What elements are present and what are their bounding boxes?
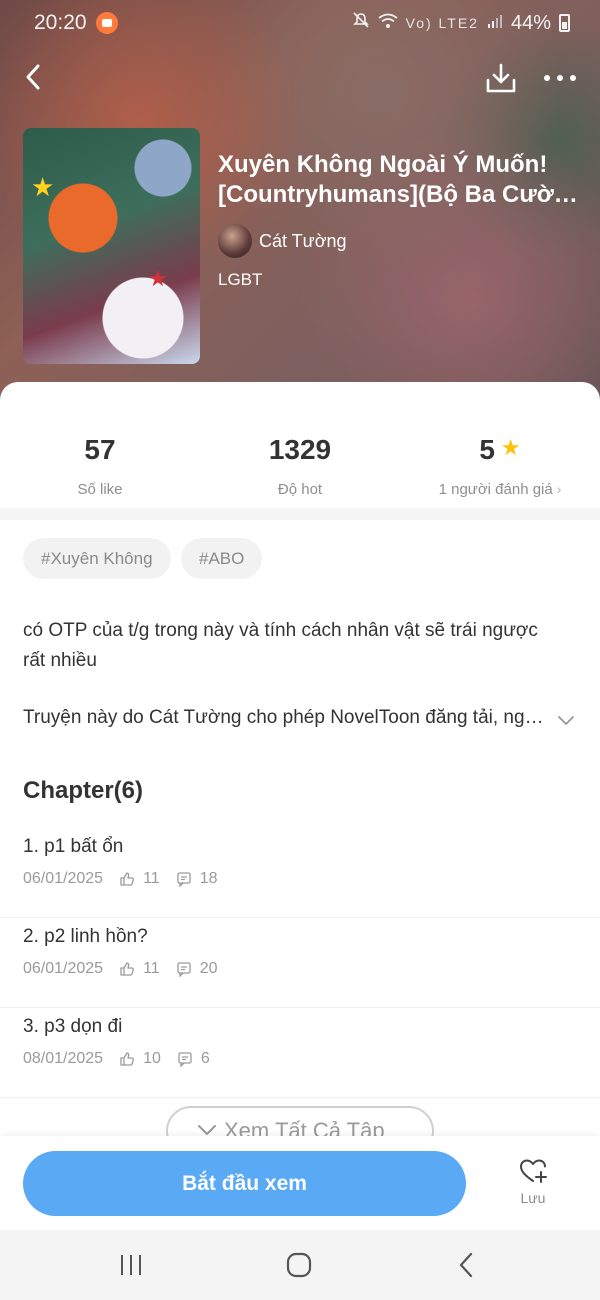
book-cover-image: ★ ★ (23, 128, 200, 364)
back-arrow-icon (459, 1252, 473, 1278)
chapter-title: 3. p3 dọn đi (23, 1016, 123, 1037)
more-dots-icon (544, 75, 576, 81)
genre-label: LGBT (218, 270, 263, 289)
chapter-comments: 20 (199, 960, 218, 977)
chevron-right-icon: › (556, 481, 562, 497)
download-icon (486, 63, 516, 93)
wifi-icon (378, 12, 398, 35)
hot-label: Độ hot (277, 481, 323, 498)
status-bar: 20:20 Vo) LTE2 44% (0, 0, 600, 48)
thumbs-up-icon (120, 962, 135, 976)
star-icon: ★ (500, 435, 521, 460)
chapter-likes: 10 (143, 1050, 161, 1067)
system-back-button[interactable] (452, 1250, 482, 1280)
chapter-meta: 08/01/2025 10 6 (23, 1050, 210, 1068)
rating-stat[interactable]: 5 ★ 1 người đánh giá › (400, 434, 600, 498)
thumbs-up-icon (120, 1052, 135, 1066)
home-button[interactable] (284, 1250, 314, 1280)
section-divider (0, 508, 600, 520)
copyright-notice: Truyện này do Cát Tường cho phép NovelTo… (23, 707, 553, 728)
battery-percent: 44% (510, 11, 551, 34)
save-button[interactable]: Lưu (506, 1156, 560, 1216)
chevron-left-icon (26, 64, 40, 90)
cover-red-star-icon: ★ (148, 266, 168, 291)
chapter-title: 2. p2 linh hồn? (23, 926, 148, 947)
chapter-title: 1. p1 bất ổn (23, 836, 124, 857)
chapter-likes: 11 (143, 960, 160, 977)
start-reading-button[interactable]: Bắt đầu xem (23, 1151, 466, 1216)
mute-icon (352, 11, 370, 35)
book-title-line-1: Xuyên Không Ngoài Ý Muốn! (218, 151, 548, 178)
chapter-meta: 06/01/2025 11 20 (23, 960, 217, 978)
likes-stat: 57 Số like (0, 434, 200, 498)
chapter-date: 08/01/2025 (23, 1050, 104, 1067)
home-icon (286, 1252, 312, 1278)
chapter-comments: 18 (199, 870, 218, 887)
recent-apps-icon (121, 1255, 141, 1275)
comment-icon (177, 872, 191, 887)
network-label: Vo) LTE2 (405, 15, 479, 31)
expand-description-button[interactable] (555, 709, 577, 731)
bottom-action-bar: Bắt đầu xem Lưu (0, 1136, 600, 1230)
chapter-date: 06/01/2025 (23, 960, 104, 977)
author-name[interactable]: Cát Tường (259, 231, 347, 252)
more-options-button[interactable] (540, 62, 580, 96)
hot-stat: 1329 Độ hot (200, 434, 400, 498)
chapter-likes: 11 (143, 870, 160, 887)
rating-label: 1 người đánh giá › (400, 481, 600, 498)
status-indicators: Vo) LTE2 44% (352, 11, 570, 35)
comment-icon (177, 962, 191, 977)
hot-count: 1329 (268, 434, 332, 465)
book-description: có OTP của t/g trong này và tính cách nh… (23, 620, 538, 671)
rating-value: 5 (479, 434, 495, 465)
status-time: 20:20 (34, 11, 87, 34)
chapter-meta: 06/01/2025 11 18 (23, 870, 217, 888)
chapter-comments: 6 (200, 1050, 210, 1067)
back-button[interactable] (18, 60, 52, 94)
chapter-date: 06/01/2025 (23, 870, 104, 887)
book-title: Xuyên Không Ngoài Ý Muốn! [Countryhumans… (218, 150, 578, 210)
likes-count: 57 (84, 434, 116, 465)
likes-label: Số like (77, 481, 123, 498)
chapter-item[interactable]: 3. p3 dọn đi 08/01/2025 10 6 (0, 1008, 600, 1098)
cover-star-icon: ★ (31, 172, 55, 202)
battery-icon (559, 14, 570, 32)
chapter-item[interactable]: 1. p1 bất ổn 06/01/2025 11 18 (0, 828, 600, 918)
system-nav-bar (0, 1230, 600, 1300)
save-label: Lưu (520, 1190, 546, 1206)
chevron-down-icon (558, 716, 574, 725)
thumbs-up-icon (120, 872, 135, 886)
chapter-heading: Chapter(6) (23, 777, 144, 804)
rating-count-label: 1 người đánh giá (438, 481, 553, 498)
author-avatar[interactable] (218, 224, 252, 258)
signal-icon (487, 12, 503, 35)
tag-xuyen-khong[interactable]: #Xuyên Không (23, 538, 171, 579)
tag-abo[interactable]: #ABO (181, 538, 263, 579)
download-button[interactable] (484, 62, 518, 96)
screen-record-icon (96, 12, 118, 34)
book-title-line-2: [Countryhumans](Bộ Ba Cường Quốc) (218, 181, 578, 208)
recent-apps-button[interactable] (116, 1250, 146, 1280)
heart-plus-icon (520, 1159, 547, 1183)
comment-icon (178, 1052, 192, 1067)
chapter-item[interactable]: 2. p2 linh hồn? 06/01/2025 11 20 (0, 918, 600, 1008)
